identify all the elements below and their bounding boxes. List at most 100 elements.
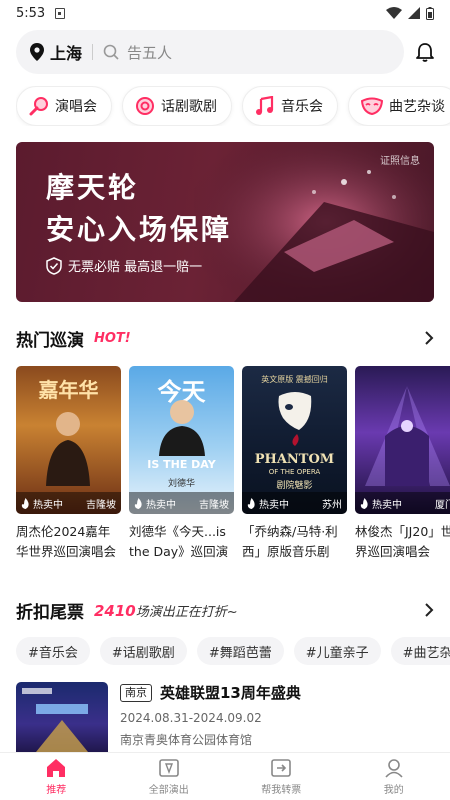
- sale-status: 热卖中: [146, 499, 176, 511]
- deal-item[interactable]: 南京 英雄联盟13周年盛典 2024.08.31-2024.09.02 南京青奥…: [16, 682, 434, 752]
- tab-transfer[interactable]: 帮我转票: [225, 753, 338, 800]
- poster-title: PHANTOM: [254, 452, 335, 467]
- performer-figure: [46, 412, 90, 486]
- category-label: 演唱会: [55, 99, 97, 115]
- poster-name: 刘德华: [167, 479, 195, 489]
- poster-meta: 热卖中 吉隆坡: [129, 492, 234, 514]
- tour-card[interactable]: 嘉年华 热卖中 吉隆坡 周杰伦2024嘉年华世界巡回演唱会: [16, 366, 121, 566]
- category-quyi[interactable]: 曲艺杂谈: [348, 86, 450, 126]
- chevron-right-icon[interactable]: [424, 603, 434, 617]
- category-row: 演唱会 话剧歌剧 音乐会 曲艺杂谈: [16, 86, 450, 126]
- discount-count: 2410: [94, 601, 136, 620]
- tour-poster: 今天 IS THE DAY 刘德华 热卖中 吉隆坡: [129, 366, 234, 514]
- tour-city: 吉隆坡: [199, 499, 229, 511]
- tab-recommend[interactable]: 推荐: [0, 753, 113, 800]
- mic-icon: [29, 97, 48, 116]
- sale-status: 热卖中: [33, 499, 63, 511]
- poster-meta: 热卖中 吉隆坡: [16, 492, 121, 514]
- discount-subtitle-text: 场演出正在打折~: [135, 604, 238, 620]
- cert-info-link[interactable]: 证照信息: [380, 152, 420, 167]
- tour-card[interactable]: 热卖中 厦门 林俊杰「JJ20」世界巡回演唱会: [355, 366, 450, 566]
- battery-icon: [426, 6, 434, 20]
- tab-label: 帮我转票: [261, 784, 302, 796]
- banner-title-line2: 安心入场保障: [46, 213, 233, 246]
- hot-tours-list: 嘉年华 热卖中 吉隆坡 周杰伦2024嘉年华世界巡回演唱会 今天 IS THE …: [16, 366, 450, 566]
- tag-music[interactable]: #音乐会: [16, 637, 90, 665]
- mask-icon: [361, 97, 383, 115]
- transfer-icon: [271, 758, 292, 777]
- flame-icon: [360, 497, 368, 509]
- sim-icon: [55, 7, 66, 19]
- poster-meta: 热卖中 厦门: [355, 492, 450, 514]
- tour-name: 林俊杰「JJ20」世界巡回演唱会: [355, 524, 450, 559]
- status-time: 5:53: [16, 5, 46, 21]
- flame-icon: [134, 497, 142, 509]
- search-row: 上海 告五人: [16, 30, 436, 74]
- search-input[interactable]: 告五人: [127, 42, 172, 63]
- sale-status: 热卖中: [372, 499, 402, 511]
- category-music[interactable]: 音乐会: [242, 86, 338, 126]
- deal-info: 南京 英雄联盟13周年盛典 2024.08.31-2024.09.02 南京青奥…: [120, 682, 301, 752]
- ticket-icon: [158, 758, 179, 777]
- wifi-icon: [386, 7, 402, 19]
- category-label: 音乐会: [281, 99, 323, 115]
- chevron-right-icon[interactable]: [424, 331, 434, 345]
- discount-title: 折扣尾票: [16, 602, 84, 623]
- poster-cn-title: 剧院魅影: [276, 481, 313, 491]
- tag-drama[interactable]: #话剧歌剧: [99, 637, 187, 665]
- status-bar: 5:53: [0, 0, 450, 26]
- tag-kids[interactable]: #儿童亲子: [293, 637, 381, 665]
- esports-poster-image: [22, 688, 88, 752]
- search-box[interactable]: 上海 告五人: [16, 30, 404, 74]
- deal-city-badge: 南京: [120, 683, 152, 702]
- bottom-tab-bar: 推荐 全部演出 帮我转票 我的: [0, 752, 450, 800]
- deal-poster: [16, 682, 108, 752]
- search-divider: [92, 44, 94, 60]
- tab-mine[interactable]: 我的: [338, 753, 450, 800]
- user-icon: [385, 758, 403, 778]
- tour-city: 吉隆坡: [86, 499, 116, 511]
- tab-label: 推荐: [46, 784, 67, 796]
- home-icon: [47, 758, 66, 777]
- tab-label: 我的: [383, 784, 404, 796]
- sale-status: 热卖中: [259, 499, 289, 511]
- tab-all-shows[interactable]: 全部演出: [113, 753, 226, 800]
- poster-meta: 热卖中 苏州: [242, 492, 347, 514]
- phantom-mask-icon: [278, 392, 312, 446]
- flame-icon: [21, 497, 29, 509]
- discount-subtitle: 2410场演出正在打折~: [94, 601, 238, 620]
- tab-label: 全部演出: [148, 784, 189, 796]
- city-selector[interactable]: 上海: [50, 40, 82, 64]
- stage-lights-image: [365, 386, 450, 486]
- hot-tours-header: 热门巡演 HOT!: [16, 326, 434, 351]
- poster-top-text: 英文原版 震撼回归: [261, 375, 328, 384]
- deal-venue: 南京青奥体育公园体育馆: [120, 733, 253, 747]
- tag-quyi[interactable]: #曲艺杂谈: [390, 637, 450, 665]
- deal-title-row: 南京 英雄联盟13周年盛典: [120, 682, 301, 703]
- tour-poster: 热卖中 厦门: [355, 366, 450, 514]
- banner-title-line1: 摩天轮: [46, 171, 140, 204]
- tour-city: 苏州: [322, 499, 342, 511]
- promo-banner[interactable]: 摩天轮 安心入场保障 无票必赔 最高退一赔一 证照信息: [16, 142, 434, 302]
- hot-tours-title: 热门巡演: [16, 330, 84, 351]
- category-label: 曲艺杂谈: [389, 99, 445, 115]
- location-pin-icon[interactable]: [30, 43, 44, 61]
- category-drama[interactable]: 话剧歌剧: [122, 86, 232, 126]
- bell-icon[interactable]: [416, 42, 434, 62]
- tag-dance[interactable]: #舞蹈芭蕾: [196, 637, 284, 665]
- tour-card[interactable]: 今天 IS THE DAY 刘德华 热卖中 吉隆坡 刘德华《今天...is th…: [129, 366, 234, 566]
- discount-tag-row: #音乐会 #话剧歌剧 #舞蹈芭蕾 #儿童亲子 #曲艺杂谈: [16, 637, 450, 665]
- tour-name: 「乔纳森/马特·利西」原版音乐剧《剧院魅影》: [242, 524, 338, 559]
- theater-icon: [136, 97, 154, 115]
- performer-figure: [159, 400, 205, 456]
- hot-badge: HOT!: [94, 330, 131, 346]
- tour-name: 周杰伦2024嘉年华世界巡回演唱会: [16, 524, 117, 559]
- banner-guarantee: 无票必赔 最高退一赔一: [46, 256, 202, 275]
- poster-title: 嘉年华: [38, 378, 99, 402]
- signal-icon: [408, 7, 420, 19]
- category-concert[interactable]: 演唱会: [16, 86, 112, 126]
- tour-poster: 嘉年华 热卖中 吉隆坡: [16, 366, 121, 514]
- guarantee-text: 无票必赔 最高退一赔一: [68, 260, 203, 275]
- flame-icon: [247, 497, 255, 509]
- tour-card[interactable]: 英文原版 震撼回归 PHANTOM OF THE OPERA 剧院魅影 热卖中 …: [242, 366, 347, 566]
